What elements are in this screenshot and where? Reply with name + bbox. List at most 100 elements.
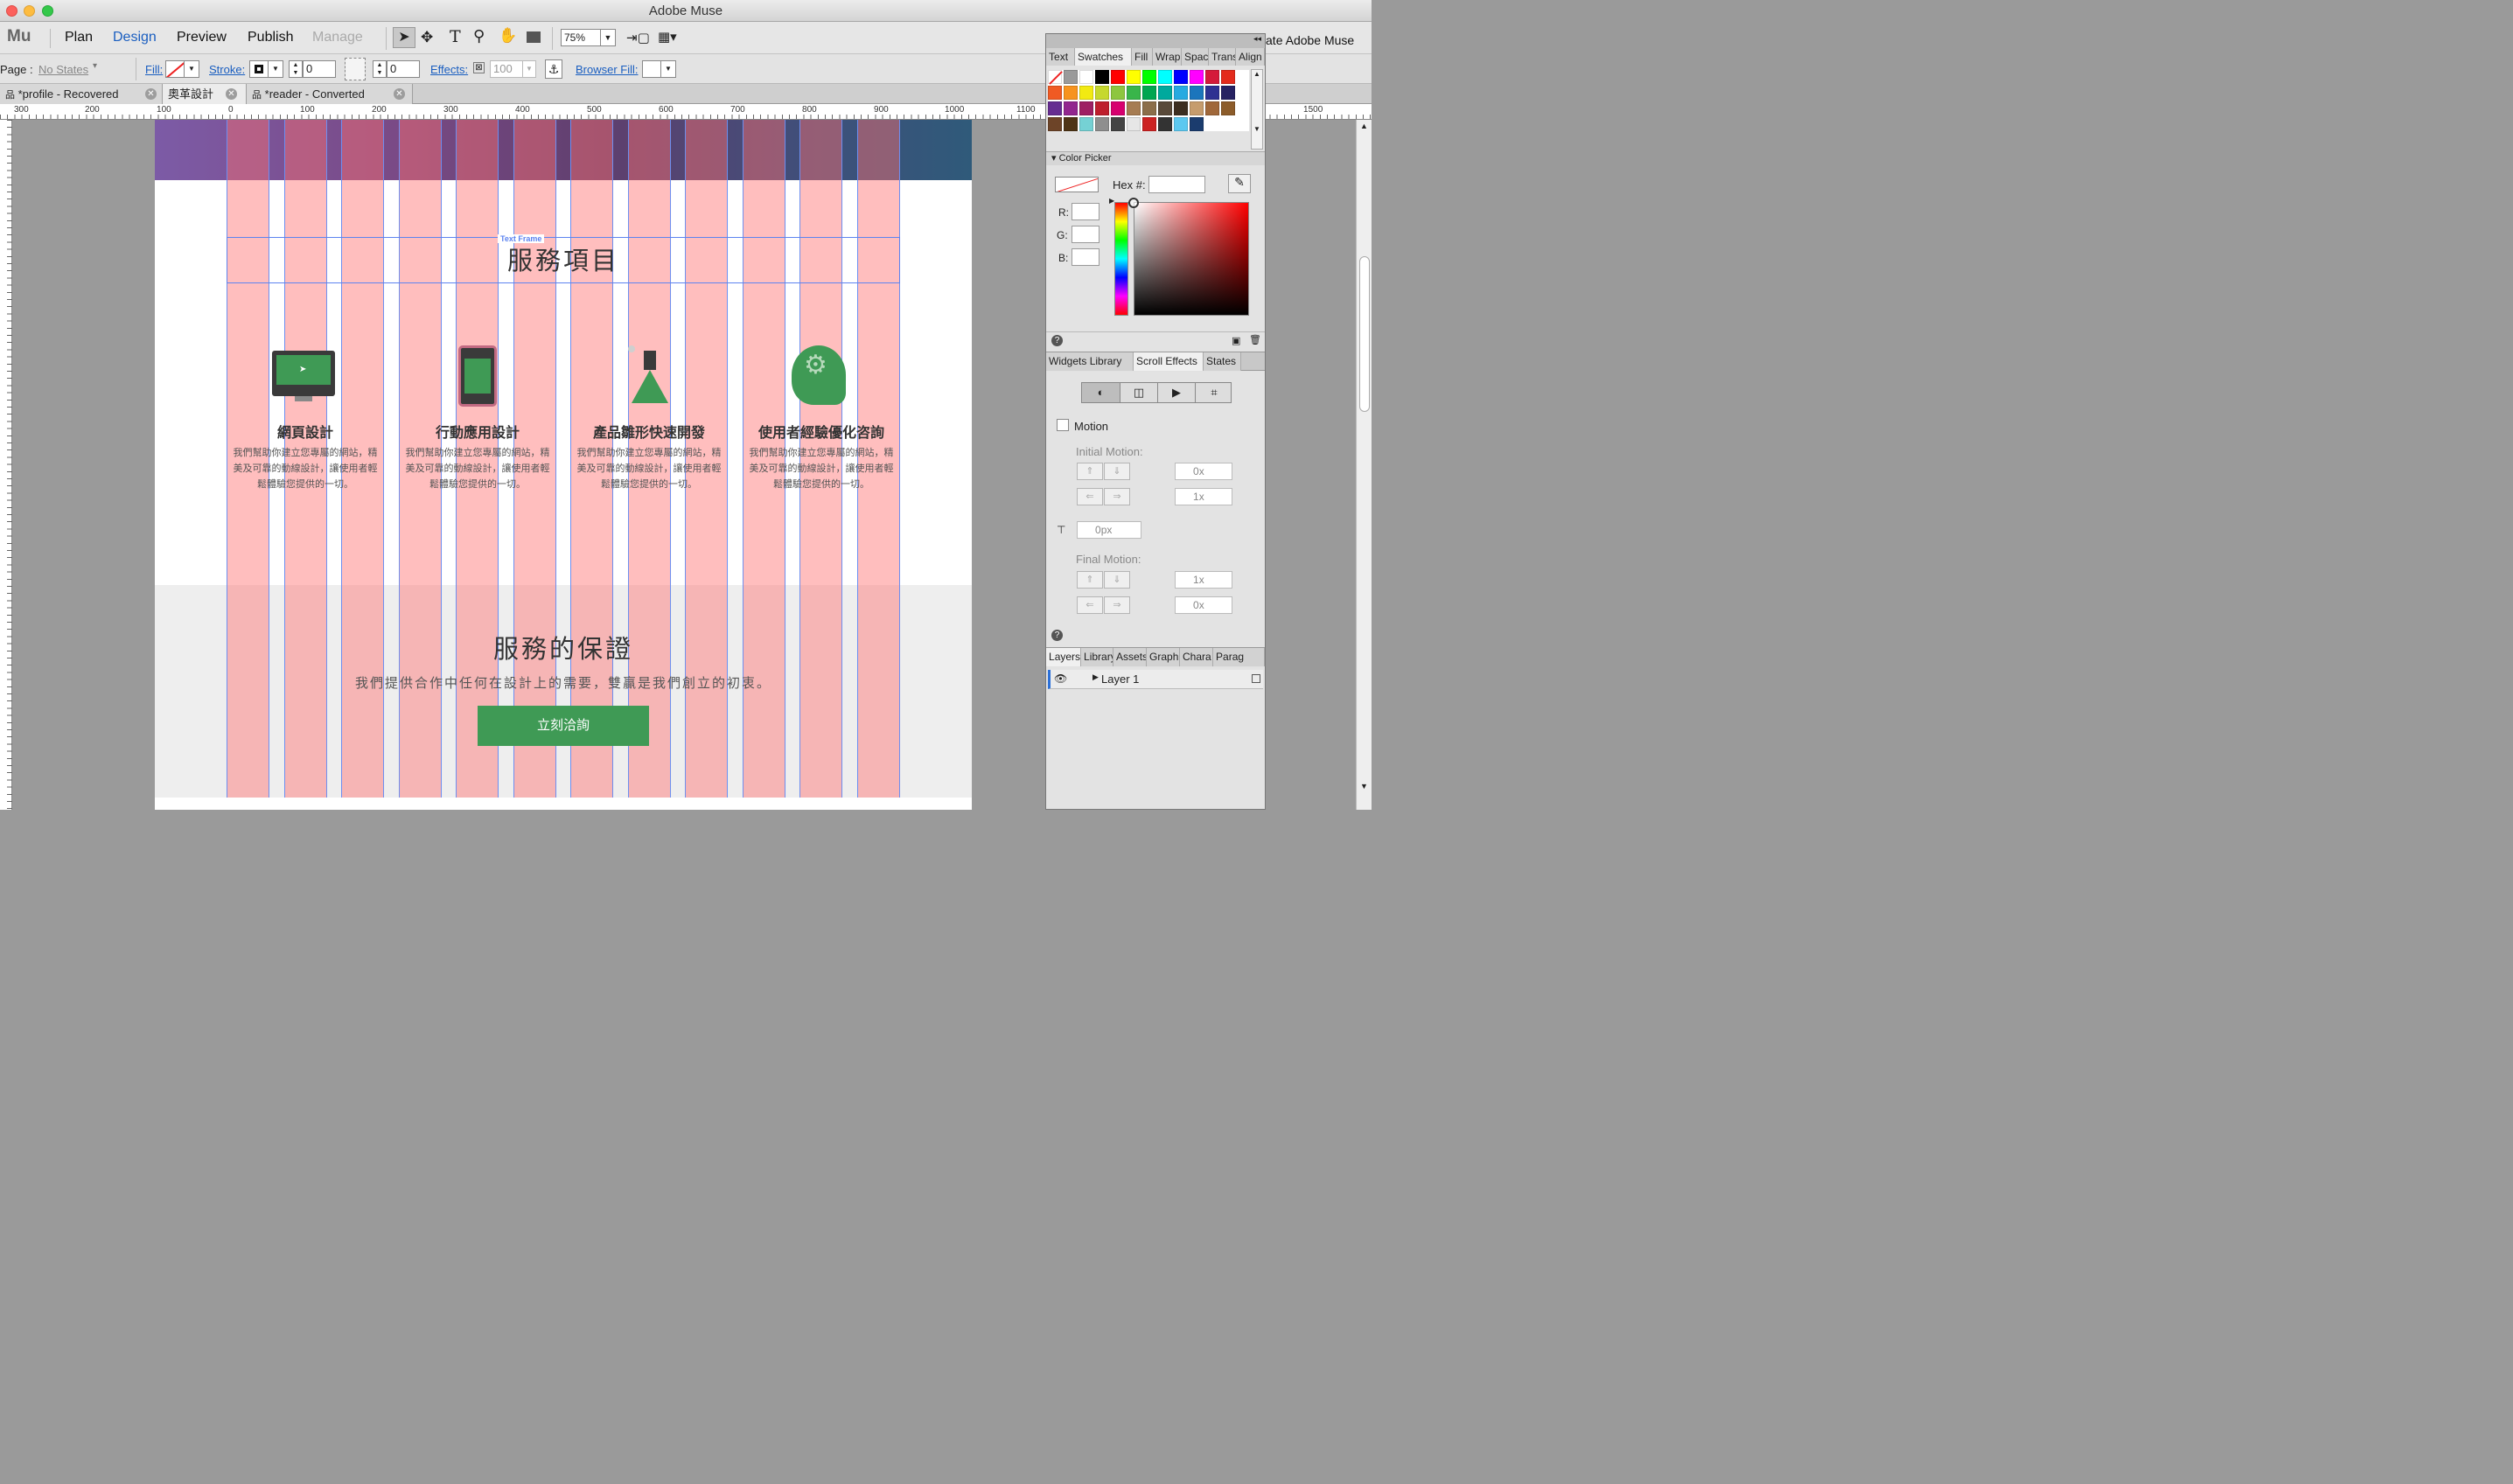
tab-wrap[interactable]: Wrap: [1153, 48, 1183, 66]
corner-radius-icon[interactable]: [345, 58, 366, 81]
color-swatch[interactable]: [1079, 86, 1094, 101]
help-icon[interactable]: ?: [1051, 335, 1064, 347]
color-swatch[interactable]: [1048, 117, 1063, 132]
swatch-scrollbar[interactable]: ▲ ▼: [1251, 69, 1264, 150]
color-swatch[interactable]: [1079, 70, 1094, 85]
color-swatch[interactable]: [1127, 86, 1141, 101]
hand-tool-icon[interactable]: ✋: [499, 27, 517, 45]
tab-character-styles[interactable]: Chara: [1180, 648, 1214, 667]
close-tab-icon[interactable]: ✕: [145, 88, 157, 101]
initial-down-button[interactable]: ⇓: [1104, 463, 1131, 481]
color-swatch[interactable]: [1064, 70, 1078, 85]
eye-icon[interactable]: 👁: [1054, 672, 1067, 685]
stroke-dropdown-icon[interactable]: ▼: [268, 60, 284, 79]
color-swatch[interactable]: [1174, 86, 1189, 101]
help-icon[interactable]: ?: [1051, 630, 1064, 642]
stroke-swatch[interactable]: [249, 60, 269, 79]
tab-current-page[interactable]: 奧革設計 ✕: [163, 84, 248, 105]
color-swatch[interactable]: [1190, 70, 1204, 85]
rectangle-tool-icon[interactable]: [527, 31, 541, 44]
color-swatch[interactable]: [1190, 117, 1204, 132]
mode-manage[interactable]: Manage: [312, 30, 363, 45]
corner-stepper[interactable]: ▲ ▼: [373, 60, 387, 79]
zoom-field[interactable]: 75%: [561, 29, 602, 47]
color-swatch[interactable]: [1111, 70, 1126, 85]
tab-text[interactable]: Text: [1046, 48, 1076, 66]
tab-scroll-effects[interactable]: Scroll Effects: [1134, 352, 1204, 372]
color-swatch[interactable]: [1111, 117, 1126, 132]
color-swatch[interactable]: [1127, 117, 1141, 132]
scroll-down-icon[interactable]: ▼: [1360, 782, 1368, 791]
color-swatch[interactable]: [1111, 86, 1126, 101]
color-swatch[interactable]: [1158, 101, 1173, 116]
slideshow-effect-icon[interactable]: ▶: [1157, 383, 1195, 403]
layer-name[interactable]: Layer 1: [1101, 672, 1139, 686]
scroll-up-icon[interactable]: ▲: [1360, 122, 1368, 130]
color-swatch[interactable]: [1205, 101, 1220, 116]
color-swatch[interactable]: [1158, 86, 1173, 101]
service-card-prototype[interactable]: 產品雛形快速開發 我們幫助你建立您專屬的網站，精美及可靠的動線設計，讓使用者輕鬆…: [570, 345, 728, 503]
crop-tool-icon[interactable]: ✥: [421, 29, 433, 46]
tab-widgets-library[interactable]: Widgets Library: [1046, 352, 1134, 372]
eyedropper-icon[interactable]: ✎: [1228, 174, 1252, 194]
zoom-dropdown-icon[interactable]: ▼: [600, 29, 617, 47]
b-input[interactable]: [1072, 248, 1100, 267]
color-swatch[interactable]: [1111, 101, 1126, 116]
service-card-ux[interactable]: ⚙ 使用者經驗優化咨詢 我們幫助你建立您專屬的網站，精美及可靠的動線設計，讓使用…: [743, 345, 900, 503]
close-tab-icon[interactable]: ✕: [394, 88, 406, 101]
color-swatch[interactable]: [1174, 70, 1189, 85]
final-up-button[interactable]: ⇑: [1077, 571, 1104, 589]
color-swatch[interactable]: [1095, 101, 1110, 116]
corner-radius-field[interactable]: 0: [387, 60, 421, 79]
color-swatch[interactable]: [1064, 86, 1078, 101]
final-left-button[interactable]: ⇐: [1077, 596, 1104, 615]
fill-label[interactable]: Fill:: [145, 63, 163, 76]
tab-fill[interactable]: Fill: [1132, 48, 1154, 66]
close-window-button[interactable]: [6, 5, 18, 17]
page-state-dropdown[interactable]: No States: [38, 63, 88, 76]
hex-input[interactable]: [1148, 176, 1206, 194]
final-right-button[interactable]: ⇒: [1104, 596, 1131, 615]
widget-effect-icon[interactable]: ⌗: [1195, 383, 1232, 403]
tab-transform[interactable]: Trans: [1209, 48, 1237, 66]
color-swatch[interactable]: [1079, 117, 1094, 132]
mode-publish[interactable]: Publish: [248, 30, 293, 45]
mode-preview[interactable]: Preview: [177, 30, 227, 45]
color-swatch[interactable]: [1127, 101, 1141, 116]
color-swatch[interactable]: [1127, 70, 1141, 85]
background-effect-icon[interactable]: ◐: [1082, 383, 1120, 403]
tab-swatches[interactable]: Swatches: [1075, 48, 1133, 66]
initial-left-button[interactable]: ⇐: [1077, 488, 1104, 506]
service-card-mobile[interactable]: 行動應用設計 我們幫助你建立您專屬的網站，精美及可靠的動線設計，讓使用者輕鬆體驗…: [399, 345, 556, 503]
fill-dropdown-icon[interactable]: ▼: [184, 60, 200, 79]
mode-plan[interactable]: Plan: [65, 30, 93, 45]
service-card-web[interactable]: ➤ 網頁設計 我們幫助你建立您專屬的網站，精美及可靠的動線設計，讓使用者輕鬆體驗…: [227, 345, 384, 503]
new-swatch-icon[interactable]: ▣: [1232, 335, 1240, 346]
key-position-field[interactable]: 0px: [1077, 521, 1142, 540]
layer-row[interactable]: 👁 ▶ Layer 1: [1048, 670, 1264, 690]
graphic-effect-icon[interactable]: ◫: [1120, 383, 1157, 403]
trash-icon[interactable]: 🗑: [1249, 334, 1261, 345]
browser-fill-dropdown-icon[interactable]: ▼: [660, 60, 677, 79]
text-tool-icon[interactable]: T: [450, 27, 461, 46]
tab-states[interactable]: States: [1204, 352, 1242, 372]
browser-fill-label[interactable]: Browser Fill:: [576, 63, 639, 76]
initial-speed-x-field[interactable]: 0x: [1175, 463, 1233, 481]
browser-fill-swatch[interactable]: [642, 60, 662, 79]
color-swatch[interactable]: [1174, 101, 1189, 116]
color-swatch[interactable]: [1064, 101, 1078, 116]
guarantee-title[interactable]: 服務的保證: [155, 629, 972, 665]
current-color-swatch[interactable]: [1055, 177, 1099, 193]
selection-tool-icon[interactable]: ➤: [393, 27, 416, 49]
close-tab-icon[interactable]: ✕: [226, 88, 238, 101]
motion-checkbox[interactable]: [1057, 419, 1070, 432]
scroll-thumb[interactable]: [1359, 256, 1371, 413]
vertical-ruler[interactable]: [0, 120, 13, 811]
g-input[interactable]: [1072, 226, 1100, 244]
color-swatch[interactable]: [1142, 86, 1157, 101]
initial-up-button[interactable]: ⇑: [1077, 463, 1104, 481]
mode-design[interactable]: Design: [113, 30, 157, 45]
r-input[interactable]: [1072, 203, 1100, 221]
color-picker-header[interactable]: ▾ Color Picker: [1046, 151, 1266, 166]
tab-graphic-styles[interactable]: Graphi: [1147, 648, 1181, 667]
